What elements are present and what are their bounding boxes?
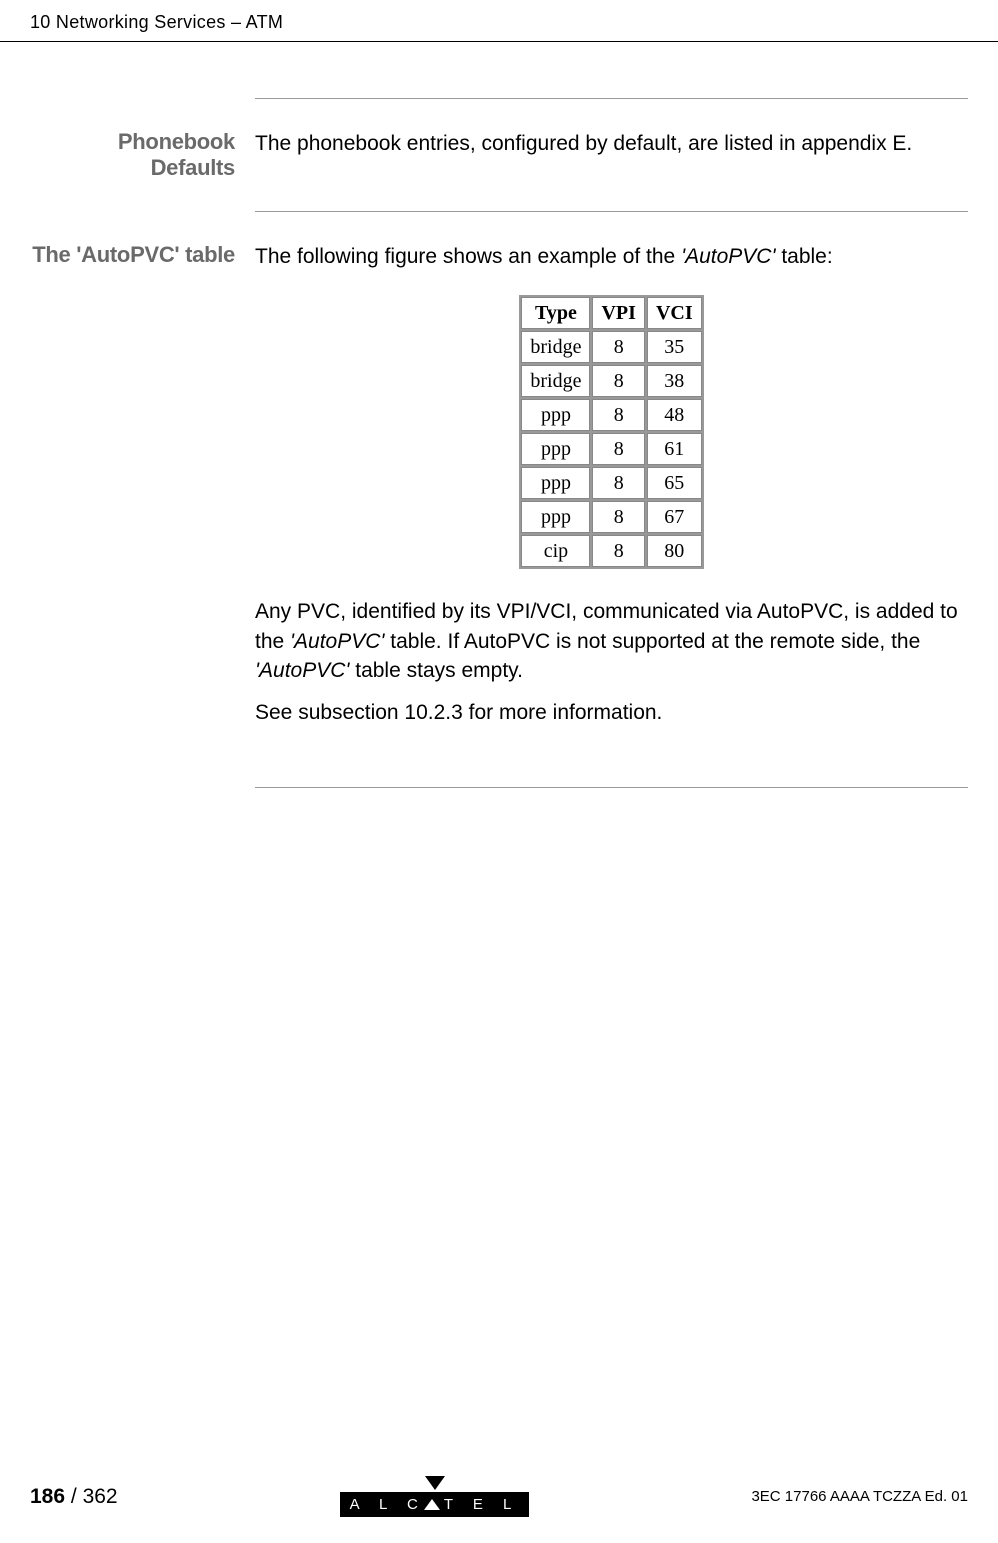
page-footer: 186 / 362 A L C T E L 3EC 17766 AAAA TCZ… bbox=[0, 1476, 998, 1517]
th-vci: VCI bbox=[647, 297, 702, 329]
phonebook-paragraph: The phonebook entries, configured by def… bbox=[255, 129, 968, 158]
page-current: 186 bbox=[30, 1485, 65, 1508]
alcatel-logo: A L C T E L bbox=[340, 1476, 530, 1517]
autopvc-table-wrapper: Type VPI VCI bridge 8 35 bridge bbox=[255, 295, 968, 569]
triangle-down-icon bbox=[425, 1476, 445, 1490]
side-heading-autopvc: The 'AutoPVC' table bbox=[30, 242, 235, 739]
th-vpi: VPI bbox=[592, 297, 644, 329]
divider bbox=[255, 787, 968, 788]
triangle-up-icon bbox=[424, 1499, 440, 1510]
section-phonebook-defaults: Phonebook Defaults The phonebook entries… bbox=[30, 99, 968, 211]
autopvc-para3: See subsection 10.2.3 for more informati… bbox=[255, 698, 968, 727]
page-number: 186 / 362 bbox=[30, 1485, 118, 1509]
table-row: ppp 8 48 bbox=[521, 399, 701, 431]
table-header-row: Type VPI VCI bbox=[521, 297, 701, 329]
th-type: Type bbox=[521, 297, 590, 329]
page-header: 10 Networking Services – ATM bbox=[0, 0, 998, 42]
table-row: cip 8 80 bbox=[521, 535, 701, 567]
page-total: 362 bbox=[83, 1485, 118, 1508]
side-heading-phonebook: Phonebook Defaults bbox=[30, 129, 235, 181]
logo-bar: A L C T E L bbox=[340, 1492, 530, 1517]
doc-reference: 3EC 17766 AAAA TCZZA Ed. 01 bbox=[751, 1488, 968, 1505]
body-autopvc: The following figure shows an example of… bbox=[255, 242, 968, 739]
table-row: bridge 8 35 bbox=[521, 331, 701, 363]
page-sep: / bbox=[65, 1485, 83, 1508]
page-content: Phonebook Defaults The phonebook entries… bbox=[0, 42, 998, 788]
section-autopvc: The 'AutoPVC' table The following figure… bbox=[30, 212, 968, 769]
autopvc-intro: The following figure shows an example of… bbox=[255, 242, 968, 271]
autopvc-para2: Any PVC, identified by its VPI/VCI, comm… bbox=[255, 597, 968, 685]
autopvc-table: Type VPI VCI bridge 8 35 bridge bbox=[519, 295, 703, 569]
table-row: ppp 8 61 bbox=[521, 433, 701, 465]
header-title: 10 Networking Services – ATM bbox=[30, 12, 283, 32]
table-row: ppp 8 65 bbox=[521, 467, 701, 499]
table-row: bridge 8 38 bbox=[521, 365, 701, 397]
body-phonebook: The phonebook entries, configured by def… bbox=[255, 129, 968, 181]
table-row: ppp 8 67 bbox=[521, 501, 701, 533]
